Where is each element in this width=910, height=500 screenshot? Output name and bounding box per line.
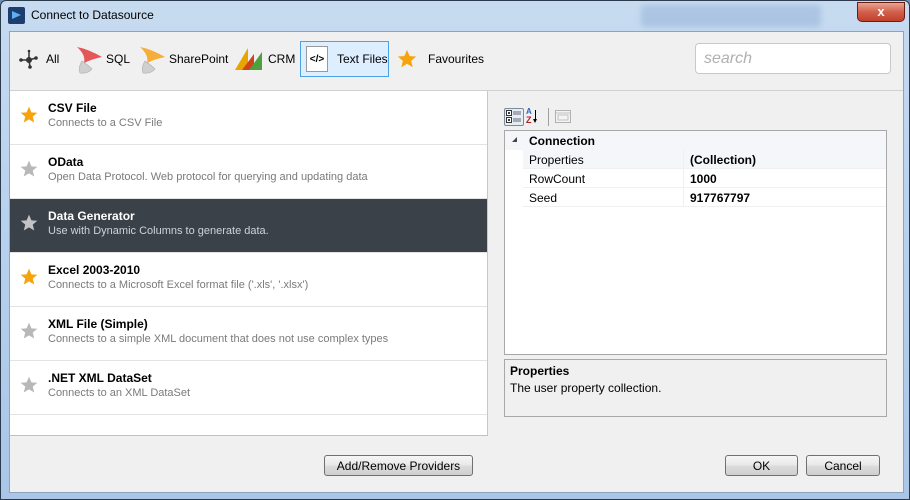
property-row[interactable]: Properties (Collection) bbox=[523, 150, 886, 169]
column-divider bbox=[683, 169, 684, 188]
category-connection[interactable]: Connection bbox=[505, 131, 886, 150]
tab-favourites[interactable]: Favourites bbox=[396, 41, 486, 77]
property-name: RowCount bbox=[529, 172, 586, 186]
provider-description: Connects to an XML DataSet bbox=[48, 387, 191, 399]
provider-name: CSV File bbox=[48, 101, 97, 115]
tab-favourites-label: Favourites bbox=[428, 52, 485, 66]
column-divider bbox=[683, 188, 684, 207]
alphabetical-sort-button[interactable]: A Z bbox=[524, 107, 544, 126]
property-pages-button[interactable] bbox=[553, 108, 573, 126]
help-description: The user property collection. bbox=[510, 381, 662, 395]
list-item[interactable]: XML File (Simple) Connects to a simple X… bbox=[10, 307, 487, 361]
collapse-triangle-icon[interactable] bbox=[512, 137, 517, 142]
provider-name: OData bbox=[48, 155, 84, 169]
list-item-selected[interactable]: Data Generator Use with Dynamic Columns … bbox=[10, 199, 487, 253]
star-icon bbox=[397, 49, 417, 68]
tab-sql[interactable]: SQL bbox=[74, 41, 134, 77]
tab-text-files-label: Text Files bbox=[337, 52, 388, 66]
property-row[interactable]: Seed 917767797 bbox=[523, 188, 886, 207]
provider-name: Data Generator bbox=[48, 209, 135, 223]
property-value[interactable]: 1000 bbox=[690, 172, 717, 186]
sql-server-icon bbox=[77, 47, 102, 74]
provider-name: .NET XML DataSet bbox=[48, 371, 152, 385]
toolbar-separator bbox=[548, 108, 549, 126]
property-value[interactable]: 917767797 bbox=[690, 191, 750, 205]
provider-description: Use with Dynamic Columns to generate dat… bbox=[48, 225, 269, 237]
cancel-button[interactable]: Cancel bbox=[806, 455, 880, 476]
categorized-view-button[interactable] bbox=[504, 108, 524, 126]
provider-description: Connects to a CSV File bbox=[48, 117, 163, 129]
property-help-panel: Properties The user property collection. bbox=[504, 359, 887, 417]
sharepoint-icon bbox=[140, 47, 165, 74]
tab-sql-label: SQL bbox=[106, 52, 131, 66]
dialog-client-area: All SQL SharePoint CRM </> Text Files Fa… bbox=[9, 31, 904, 493]
provider-name: XML File (Simple) bbox=[48, 317, 148, 331]
unfavourite-star-icon[interactable] bbox=[19, 321, 39, 341]
unfavourite-star-icon[interactable] bbox=[19, 375, 39, 395]
favourite-star-icon[interactable] bbox=[19, 267, 39, 287]
tab-crm[interactable]: CRM bbox=[234, 41, 300, 77]
property-grid-toolbar: A Z bbox=[504, 107, 573, 127]
category-label: Connection bbox=[529, 134, 595, 148]
app-icon bbox=[8, 7, 25, 24]
property-pages-icon bbox=[555, 110, 571, 123]
unfavourite-star-icon[interactable] bbox=[19, 213, 39, 233]
favourite-star-icon[interactable] bbox=[19, 105, 39, 125]
tab-all[interactable]: All bbox=[18, 41, 70, 77]
dialog-window: Connect to Datasource x All SQL SharePoi… bbox=[0, 0, 910, 500]
categorized-view-icon bbox=[506, 110, 521, 123]
background-window-blur bbox=[641, 5, 821, 27]
title-bar[interactable]: Connect to Datasource x bbox=[1, 1, 909, 31]
provider-description: Open Data Protocol. Web protocol for que… bbox=[48, 171, 368, 183]
list-item[interactable]: CSV File Connects to a CSV File bbox=[10, 91, 487, 145]
property-name: Properties bbox=[529, 153, 584, 167]
close-icon: x bbox=[877, 4, 885, 19]
code-file-icon: </> bbox=[306, 46, 328, 72]
add-remove-providers-button[interactable]: Add/Remove Providers bbox=[324, 455, 473, 476]
tab-crm-label: CRM bbox=[268, 52, 296, 66]
property-grid: Connection Properties (Collection) RowCo… bbox=[504, 130, 887, 355]
property-pane: A Z Connection Properties (Collection) R… bbox=[488, 91, 903, 435]
list-item[interactable]: Excel 2003-2010 Connects to a Microsoft … bbox=[10, 253, 487, 307]
sort-alphabetical-icon: A Z bbox=[525, 107, 543, 126]
provider-name: Excel 2003-2010 bbox=[48, 263, 141, 277]
dynamics-crm-icon bbox=[235, 48, 262, 70]
az-z-glyph: Z bbox=[526, 115, 532, 125]
tab-sharepoint[interactable]: SharePoint bbox=[137, 41, 232, 77]
tab-sharepoint-label: SharePoint bbox=[169, 52, 229, 66]
column-divider bbox=[683, 150, 684, 169]
provider-description: Connects to a Microsoft Excel format fil… bbox=[48, 279, 309, 291]
property-name: Seed bbox=[529, 191, 558, 205]
tab-text-files[interactable]: </> Text Files bbox=[300, 41, 389, 77]
close-button[interactable]: x bbox=[857, 2, 905, 22]
provider-list: CSV File Connects to a CSV File OData Op… bbox=[10, 91, 488, 436]
unfavourite-star-icon[interactable] bbox=[19, 159, 39, 179]
tab-all-label: All bbox=[46, 52, 60, 66]
list-item[interactable]: .NET XML DataSet Connects to an XML Data… bbox=[10, 361, 487, 415]
provider-description: Connects to a simple XML document that d… bbox=[48, 333, 389, 345]
help-title: Properties bbox=[510, 364, 570, 378]
property-row[interactable]: RowCount 1000 bbox=[523, 169, 886, 188]
list-item[interactable]: OData Open Data Protocol. Web protocol f… bbox=[10, 145, 487, 199]
search-input[interactable] bbox=[695, 43, 891, 74]
window-title: Connect to Datasource bbox=[31, 8, 154, 22]
category-toolbar: All SQL SharePoint CRM </> Text Files Fa… bbox=[10, 32, 903, 91]
network-nodes-icon bbox=[19, 49, 38, 69]
ok-button[interactable]: OK bbox=[725, 455, 798, 476]
sort-arrow-head bbox=[533, 119, 537, 123]
property-value[interactable]: (Collection) bbox=[690, 153, 756, 167]
